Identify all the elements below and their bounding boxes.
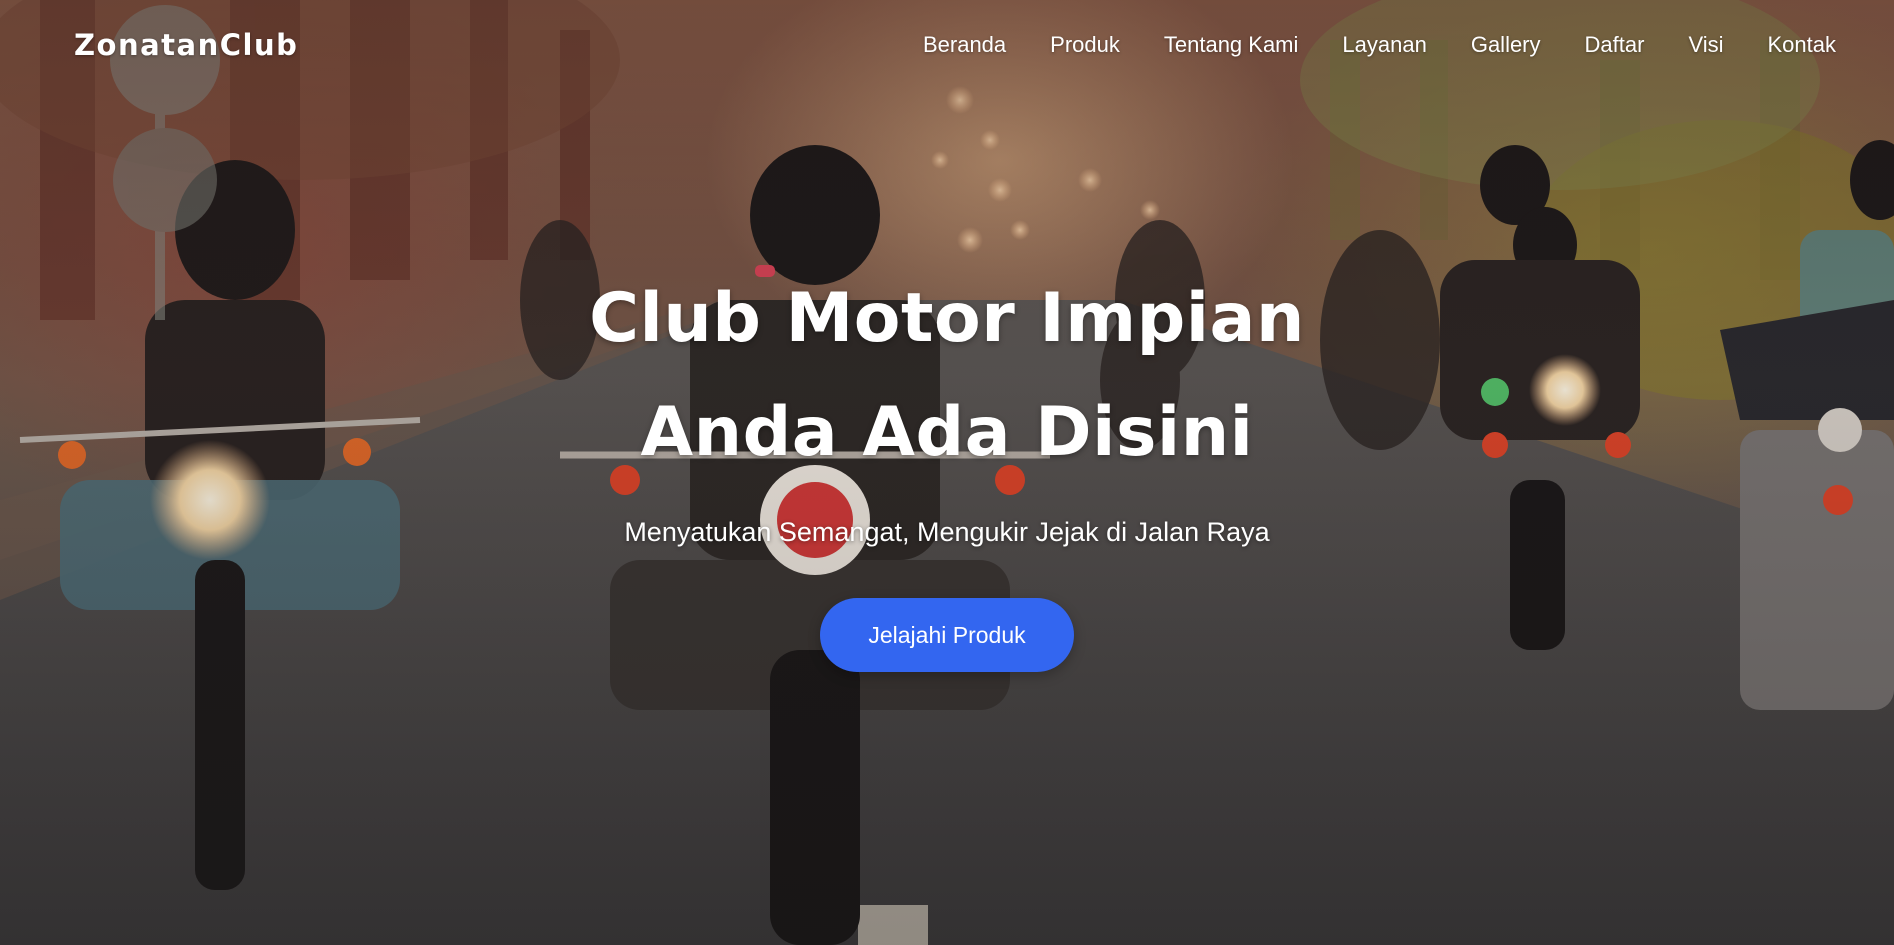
nav-item: Layanan	[1320, 0, 1448, 90]
nav-menu: Beranda Produk Tentang Kami Layanan Gall…	[901, 0, 1836, 90]
brand-logo[interactable]: ZonatanClub	[74, 28, 298, 62]
nav-produk[interactable]: Produk	[1028, 0, 1142, 90]
hero-title-line-2: Anda Ada Disini	[640, 393, 1254, 472]
nav-beranda[interactable]: Beranda	[901, 0, 1028, 90]
nav-item: Kontak	[1746, 0, 1837, 90]
nav-item: Beranda	[901, 0, 1028, 90]
nav-tentang-kami[interactable]: Tentang Kami	[1142, 0, 1321, 90]
nav-visi[interactable]: Visi	[1666, 0, 1745, 90]
nav-gallery[interactable]: Gallery	[1449, 0, 1563, 90]
hero-subtitle: Menyatukan Semangat, Mengukir Jejak di J…	[624, 517, 1270, 547]
nav-item: Tentang Kami	[1142, 0, 1321, 90]
explore-products-button[interactable]: Jelajahi Produk	[820, 598, 1074, 672]
nav-item: Produk	[1028, 0, 1142, 90]
hero-section: ZonatanClub Beranda Produk Tentang Kami …	[0, 0, 1894, 945]
nav-item: Daftar	[1563, 0, 1667, 90]
hero-title: Club Motor Impian Anda Ada Disini	[0, 262, 1894, 490]
nav-item: Visi	[1666, 0, 1745, 90]
hero-content: Club Motor Impian Anda Ada Disini Menyat…	[0, 262, 1894, 672]
nav-kontak[interactable]: Kontak	[1746, 0, 1837, 90]
navbar: ZonatanClub Beranda Produk Tentang Kami …	[0, 0, 1894, 90]
nav-layanan[interactable]: Layanan	[1320, 0, 1448, 90]
nav-item: Gallery	[1449, 0, 1563, 90]
nav-daftar[interactable]: Daftar	[1563, 0, 1667, 90]
hero-title-line-1: Club Motor Impian	[589, 279, 1305, 358]
